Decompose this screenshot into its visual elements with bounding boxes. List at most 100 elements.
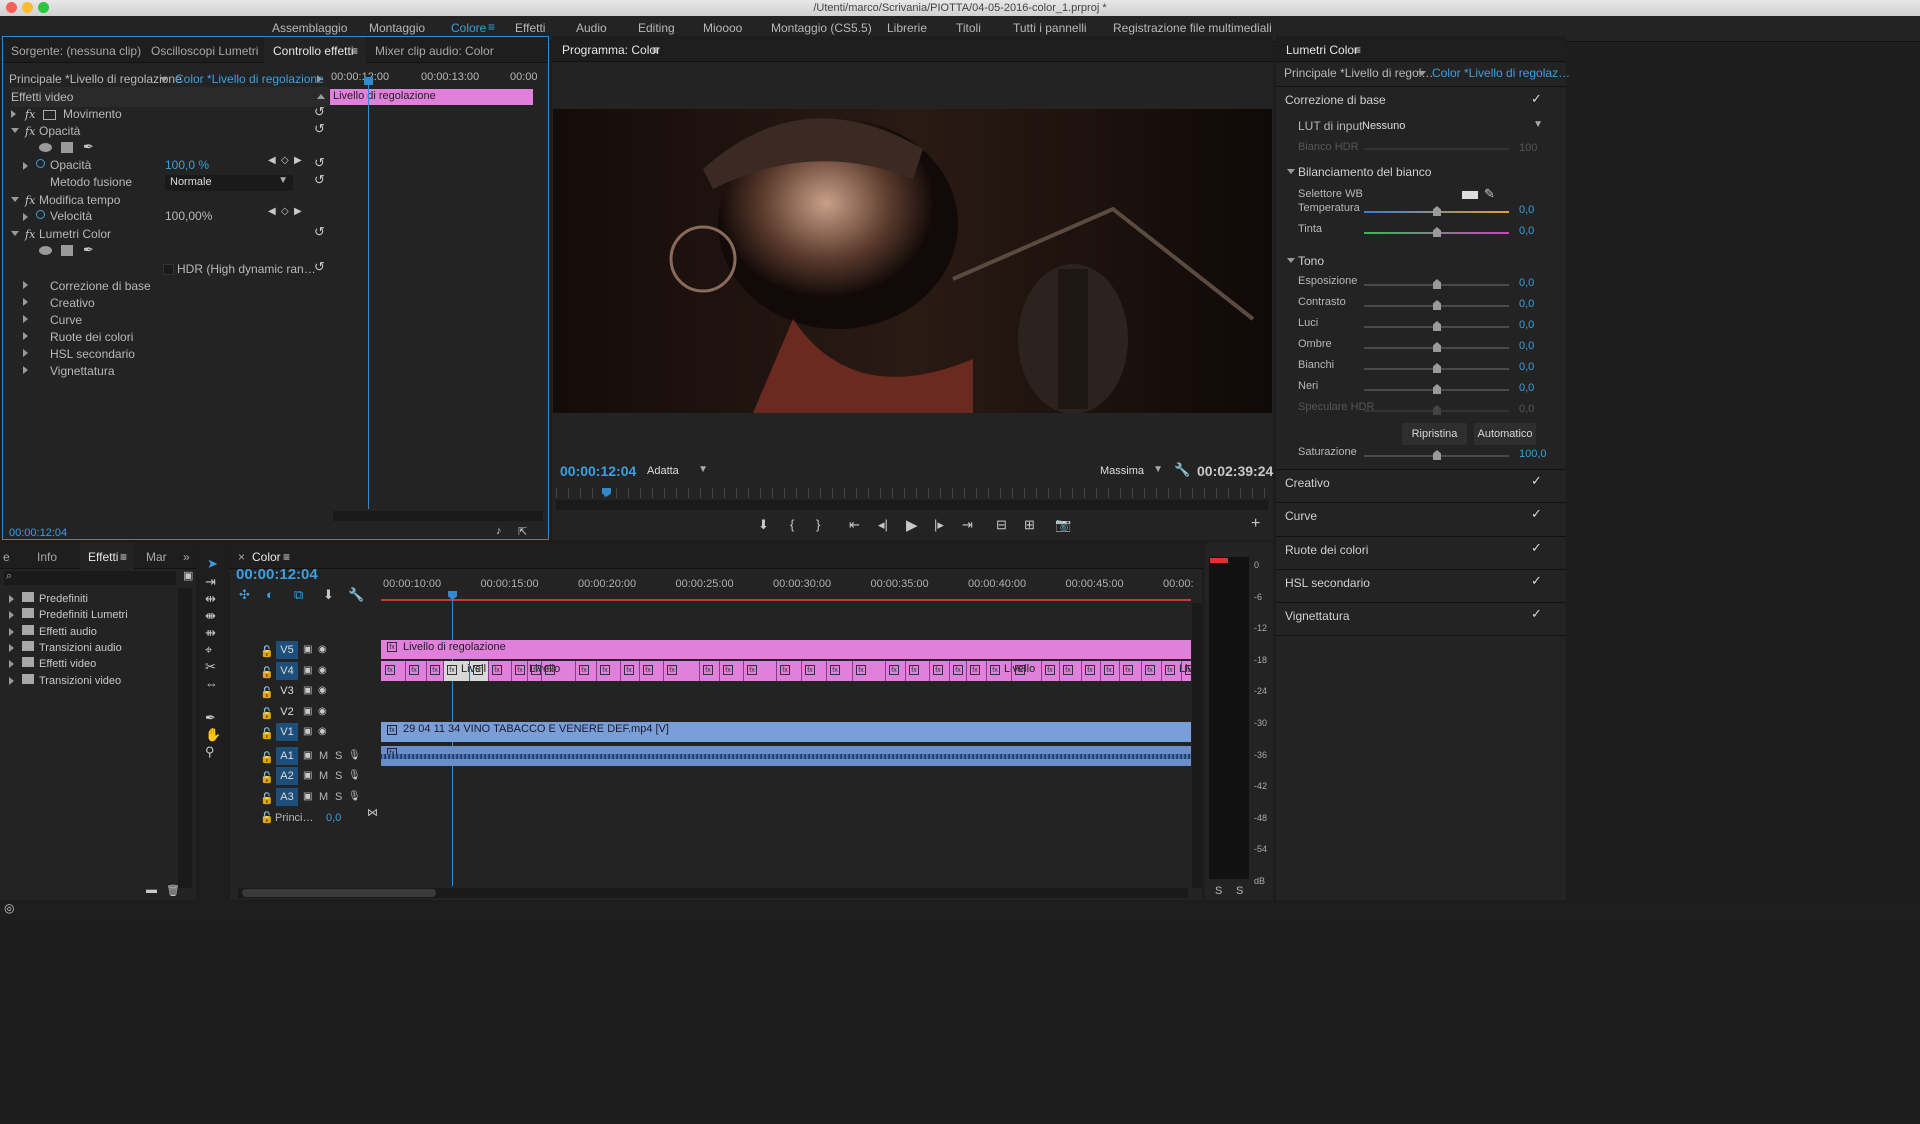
master-clip-label[interactable]: Principale *Livello di regolazione [9,69,182,89]
tab-left-fragment[interactable]: e [3,550,10,564]
eye-icon[interactable]: ◉ [318,685,327,696]
collapse-tempo-icon[interactable] [11,197,19,202]
saturation-value[interactable]: 100,0 [1519,444,1547,464]
lumetri-dropdown-icon[interactable] [1418,71,1426,76]
microphone-icon[interactable]: 🎙 [348,750,361,761]
eye-icon[interactable]: ◉ [318,706,327,717]
velocita-value[interactable]: 100,00% [165,206,212,226]
lumetri-sec-creativo[interactable]: Creativo [1285,473,1330,493]
lock-icon[interactable]: 🔓 [260,811,274,824]
tone-slider-knob[interactable] [1433,342,1441,352]
tone-row-value[interactable]: 0,0 [1519,357,1534,377]
lumetri-clip-label[interactable]: Color *Livello di regolaz… [1432,63,1570,83]
lumetri-sec-ruote[interactable]: Ruote dei colori [1285,540,1368,560]
wrench-icon[interactable]: 🔧 [1174,462,1190,478]
expand-folder-icon[interactable] [9,627,14,636]
rect-mask-icon[interactable] [61,245,73,256]
workspace-colore[interactable]: Colore [451,21,486,35]
solo-left-button[interactable]: S [1215,881,1222,901]
export-icon[interactable]: ⇱ [518,525,527,538]
tone-row-value[interactable]: 0,0 [1519,378,1534,398]
collapse-wb-icon[interactable] [1287,169,1295,174]
timeline-settings-icon[interactable]: 🔧 [348,587,364,603]
work-area-bar[interactable] [381,599,1191,601]
nest-icon[interactable]: ✣ [239,587,250,603]
lumetri-sec-hsl[interactable]: HSL secondario [1285,573,1370,593]
base-enabled-checkbox[interactable]: ✓ [1531,91,1542,107]
sync-lock-icon[interactable]: ▣ [303,791,312,802]
master-dropdown-icon[interactable] [160,77,168,82]
eye-icon[interactable]: ◉ [318,726,327,737]
fusione-dropdown[interactable]: Normale ▼ [165,175,293,191]
workspace-audio[interactable]: Audio [576,21,607,35]
eye-icon[interactable]: ◉ [318,644,327,655]
sub-vignettatura[interactable]: Vignettatura [50,361,115,381]
trash-icon[interactable]: 🗑 [166,884,180,897]
lumetri-master-label[interactable]: Principale *Livello di regol… [1284,63,1433,83]
reset-hdr-icon[interactable]: ↺ [314,259,325,275]
folder-icon[interactable]: ▬ [146,884,157,896]
step-forward-icon[interactable]: |▸ [934,517,944,533]
master-volume-value[interactable]: 0,0 [326,808,341,828]
panel-menu-icon[interactable]: ≡ [120,550,127,564]
track-label[interactable]: V5 [276,641,298,659]
v1-clip[interactable]: fx 29 04 11 34 VINO TABACCO E VENERE DEF… [381,722,1191,742]
ec-clip-bar[interactable]: Livello di regolazione [330,89,533,105]
add-button-icon[interactable]: + [1251,515,1260,533]
hsl-checkbox[interactable]: ✓ [1531,573,1542,589]
ec-zoom-scrollbar[interactable] [333,511,543,521]
lumetri-sec-vignettatura[interactable]: Vignettatura [1285,606,1350,626]
pen-mask-icon[interactable]: ✒ [83,242,94,258]
add-marker-icon[interactable]: ⬇ [323,587,334,603]
linked-selection-icon[interactable]: ⧉ [294,587,303,603]
mark-in-icon[interactable]: { [790,517,794,532]
lock-icon[interactable]: 🔓 [260,666,274,679]
workspace-titoli[interactable]: Titoli [956,21,981,35]
new-bin-icon[interactable]: ▣ [183,569,193,582]
hdr-checkbox[interactable] [163,264,174,275]
reset-param-opacita-icon[interactable]: ↺ [314,155,325,171]
track-label[interactable]: A1 [276,747,298,765]
lock-icon[interactable]: 🔓 [260,771,274,784]
play-icon[interactable]: ▶ [906,516,918,534]
wb-slider-knob[interactable] [1433,206,1441,216]
track-label[interactable]: V2 [276,703,298,721]
reset-button[interactable]: Ripristina [1402,423,1467,445]
workspace-assemblaggio[interactable]: Assemblaggio [272,21,347,35]
sync-lock-icon[interactable]: ▣ [303,685,312,696]
next-keyframe-icon[interactable]: ▶ [294,206,302,217]
collapse-opacita-icon[interactable] [11,128,19,133]
reset-fusione-icon[interactable]: ↺ [314,172,325,188]
mark-out-icon[interactable]: } [816,517,820,532]
tab-sorgente[interactable]: Sorgente: (nessuna clip) [11,44,141,58]
sync-lock-icon[interactable]: ▣ [303,770,312,781]
tab-marker[interactable]: Mar [146,550,167,564]
timeline-ruler[interactable]: 00:00:10:00 00:00:15:00 00:00:20:00 00:00:2… [381,576,1194,598]
ellipse-mask-icon[interactable] [39,143,52,152]
lock-icon[interactable]: 🔓 [260,792,274,805]
tab-mixer-clip-audio[interactable]: Mixer clip audio: Color [375,44,494,58]
curve-checkbox[interactable]: ✓ [1531,506,1542,522]
pen-mask-icon[interactable]: ✒ [83,139,94,155]
rect-mask-icon[interactable] [61,142,73,153]
panel-menu-icon[interactable]: ≡ [283,550,290,564]
zoom-window-button[interactable] [38,2,49,13]
expand-movimento-icon[interactable] [11,110,16,118]
microphone-icon[interactable]: 🎙 [348,791,361,802]
extract-icon[interactable]: ⊞ [1024,517,1035,533]
expand-sub-icon[interactable] [23,349,28,357]
sync-lock-icon[interactable]: ▣ [303,665,312,676]
tone-slider-knob[interactable] [1433,363,1441,373]
prev-keyframe-icon[interactable]: ◀ [268,155,276,166]
expand-folder-icon[interactable] [9,676,14,685]
close-window-button[interactable] [6,2,17,13]
tone-slider-knob[interactable] [1433,300,1441,310]
eye-icon[interactable]: ◉ [318,665,327,676]
timeline-timecode[interactable]: 00:00:12:04 [236,565,318,585]
slide-tool-icon[interactable]: ⇔ [205,676,218,691]
workspace-menu-icon[interactable]: ≡ [488,20,495,34]
expand-sub-icon[interactable] [23,366,28,374]
tone-slider-knob[interactable] [1433,384,1441,394]
program-timecode[interactable]: 00:00:12:04 [560,461,636,481]
expand-sub-icon[interactable] [23,281,28,289]
